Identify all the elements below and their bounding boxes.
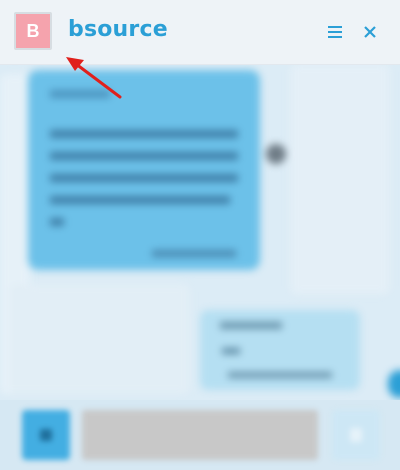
chat-header: B bsource xyxy=(0,0,400,65)
message-composer xyxy=(0,400,400,470)
send-button[interactable] xyxy=(332,410,380,460)
outgoing-message-bubble xyxy=(200,310,360,390)
attach-button[interactable] xyxy=(22,410,70,460)
menu-button[interactable] xyxy=(325,22,345,42)
close-icon xyxy=(364,26,376,38)
scroll-indicator[interactable] xyxy=(388,370,400,398)
send-icon xyxy=(350,428,362,442)
avatar[interactable]: B xyxy=(14,12,52,50)
small-avatar xyxy=(266,144,286,164)
attach-icon xyxy=(40,429,52,441)
incoming-message-bubble xyxy=(28,70,260,270)
close-button[interactable] xyxy=(360,22,380,42)
chat-title: bsource xyxy=(68,17,168,42)
hamburger-menu-icon xyxy=(328,26,342,38)
blurred-content xyxy=(0,64,400,400)
chat-messages-area[interactable] xyxy=(0,64,400,400)
avatar-initial: B xyxy=(26,20,40,41)
message-input[interactable] xyxy=(82,410,318,460)
